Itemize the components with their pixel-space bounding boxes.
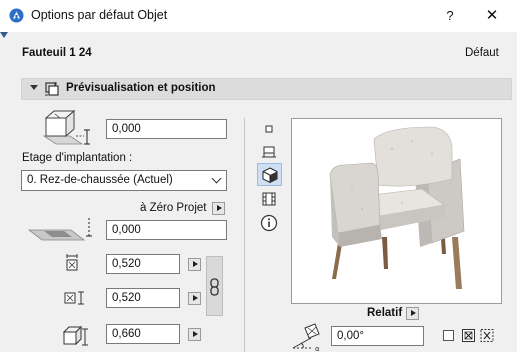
proportion-lock-toggle[interactable] — [206, 256, 223, 316]
angle-icon: α — [292, 323, 320, 352]
relative-label: Relatif — [367, 307, 403, 319]
collapse-arrow-icon[interactable] — [30, 85, 38, 90]
armchair-preview-image — [329, 126, 465, 289]
chevron-down-icon — [211, 173, 222, 184]
preview-position-icon — [45, 82, 59, 96]
view-2d-icon[interactable] — [259, 119, 279, 139]
zero-project-menu-button[interactable] — [212, 202, 225, 215]
angle-input[interactable]: 0,00° — [331, 326, 424, 346]
elevation-box-icon — [42, 109, 90, 145]
section-title: Prévisualisation et position — [66, 82, 216, 94]
width-icon — [66, 254, 78, 271]
vertical-divider — [244, 118, 245, 352]
story-select-value: 0. Rez-de-chaussée (Actuel) — [27, 174, 173, 186]
help-button[interactable]: ? — [440, 5, 460, 27]
panel-menu-marker[interactable] — [0, 32, 8, 38]
svg-text:α: α — [315, 345, 320, 352]
depth-icon — [64, 291, 84, 305]
story-select[interactable]: 0. Rez-de-chaussée (Actuel) — [21, 170, 227, 191]
close-button[interactable]: ✕ — [481, 5, 503, 27]
depth-menu-button[interactable] — [188, 292, 201, 305]
section-header[interactable]: Prévisualisation et position — [21, 78, 512, 100]
default-label: Défaut — [465, 47, 499, 59]
zero-project-label: à Zéro Projet — [140, 202, 207, 214]
object-name: Fauteuil 1 24 — [22, 47, 92, 59]
depth-input[interactable]: 0,520 — [106, 288, 180, 308]
relative-menu-button[interactable] — [406, 307, 419, 320]
width-menu-button[interactable] — [188, 258, 201, 271]
width-input[interactable]: 0,520 — [106, 254, 180, 274]
zero-plane-icon — [27, 218, 92, 241]
view-3d-icon — [262, 167, 278, 184]
story-label: Etage d'implantation : — [22, 152, 133, 164]
window-title: Options par défaut Objet — [31, 8, 168, 22]
view-3d-button[interactable] — [257, 163, 282, 186]
height-menu-button[interactable] — [188, 328, 201, 341]
chain-link-icon — [210, 278, 219, 296]
view-list-icon[interactable] — [259, 189, 279, 209]
object-preview[interactable] — [291, 118, 502, 304]
mirror-x-checkbox[interactable] — [462, 329, 475, 342]
app-icon — [9, 8, 24, 23]
zero-project-input[interactable]: 0,000 — [106, 220, 227, 240]
view-section-icon[interactable] — [259, 141, 279, 161]
mirror-y-checkbox[interactable] — [480, 329, 495, 342]
elevation-input[interactable]: 0,000 — [106, 119, 227, 139]
height-icon — [62, 325, 88, 346]
info-icon[interactable] — [259, 213, 279, 233]
height-input[interactable]: 0,660 — [106, 324, 180, 344]
mirror-none-checkbox[interactable] — [443, 330, 454, 341]
